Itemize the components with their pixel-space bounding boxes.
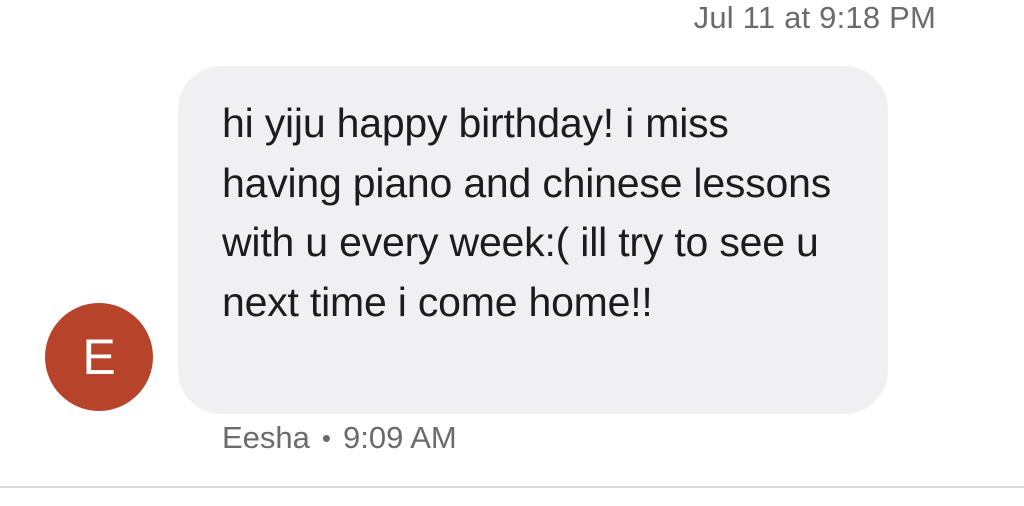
message-thread: Jul 11 at 9:18 PM hi yiju happy birthday… bbox=[0, 0, 1024, 506]
message-bubble[interactable]: hi yiju happy birthday! i miss having pi… bbox=[178, 66, 888, 414]
sender-avatar[interactable]: E bbox=[45, 303, 153, 411]
divider bbox=[0, 486, 1024, 488]
message-time: 9:09 AM bbox=[343, 420, 457, 455]
sender-name: Eesha bbox=[222, 420, 310, 455]
message-meta: Eesha • 9:09 AM bbox=[222, 420, 457, 456]
conversation-timestamp: Jul 11 at 9:18 PM bbox=[693, 0, 936, 35]
meta-separator: • bbox=[321, 423, 332, 453]
message-text: hi yiju happy birthday! i miss having pi… bbox=[222, 100, 832, 325]
